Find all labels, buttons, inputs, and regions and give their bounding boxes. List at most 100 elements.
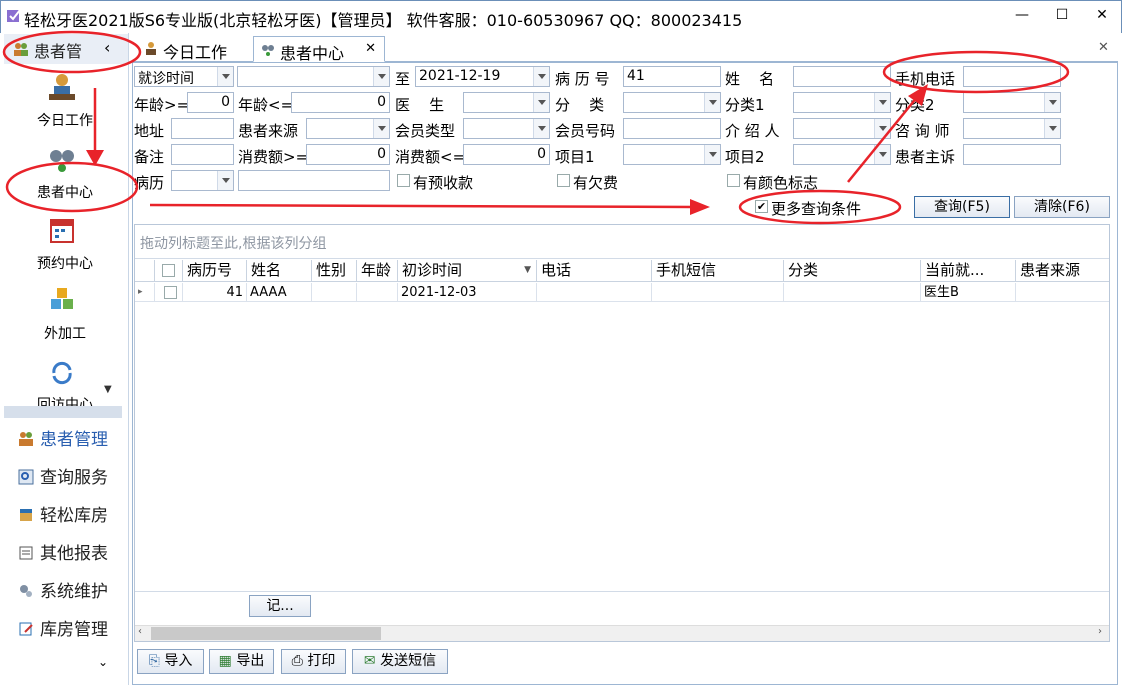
column-header[interactable]: 手机短信 bbox=[652, 260, 784, 282]
export-button[interactable]: ▦ 导出 bbox=[209, 649, 274, 674]
cell-source[interactable] bbox=[1016, 283, 1109, 302]
scrollbar-thumb[interactable] bbox=[151, 627, 381, 640]
cell-first-visit[interactable]: 2021-12-03 bbox=[398, 283, 537, 302]
doctor-select[interactable] bbox=[463, 92, 550, 113]
category-select[interactable] bbox=[623, 92, 721, 113]
print-button[interactable]: ⎙ 打印 bbox=[281, 649, 346, 674]
category2-select[interactable] bbox=[963, 92, 1061, 113]
close-window-button[interactable]: ✕ bbox=[1082, 0, 1122, 30]
prepay-checkbox[interactable] bbox=[397, 174, 410, 187]
patients-icon bbox=[14, 43, 28, 56]
nav-outsourcing[interactable]: 外加工 bbox=[18, 323, 112, 343]
import-button[interactable]: ⎘ 导入 bbox=[137, 649, 204, 674]
cell-gender[interactable] bbox=[312, 283, 357, 302]
select-all-checkbox[interactable] bbox=[162, 264, 175, 277]
consultant-select[interactable] bbox=[963, 118, 1061, 139]
note-label: 备注 bbox=[134, 148, 165, 166]
select-all-header[interactable] bbox=[155, 260, 183, 282]
more-conditions-checkbox[interactable]: ✔ bbox=[755, 200, 768, 213]
column-header[interactable]: 电话 bbox=[537, 260, 652, 282]
clear-button[interactable]: 清除(F6) bbox=[1014, 196, 1110, 218]
module-inventory[interactable]: 库房管理 bbox=[18, 615, 108, 641]
module-warehouse[interactable]: 轻松库房 bbox=[18, 501, 108, 527]
consultant-label: 咨 询 师 bbox=[895, 122, 950, 140]
row-checkbox[interactable] bbox=[164, 286, 177, 299]
column-header[interactable]: 当前就... bbox=[921, 260, 1016, 282]
column-header[interactable]: 分类 bbox=[784, 260, 921, 282]
age-min-input[interactable]: 0 bbox=[187, 92, 234, 113]
address-input[interactable] bbox=[171, 118, 234, 139]
age-max-input[interactable]: 0 bbox=[291, 92, 390, 113]
address-label: 地址 bbox=[134, 122, 165, 140]
sms-icon: ✉ bbox=[363, 653, 376, 669]
nav-patient-center[interactable]: 患者中心 bbox=[18, 182, 112, 202]
cell-record-no[interactable]: 41 bbox=[183, 283, 247, 302]
category2-label: 分类2 bbox=[895, 96, 935, 114]
today-work-icon bbox=[146, 42, 156, 55]
note-input[interactable] bbox=[171, 144, 234, 165]
complaint-label: 患者主诉 bbox=[895, 148, 956, 166]
complaint-input[interactable] bbox=[963, 144, 1061, 165]
history-select[interactable] bbox=[171, 170, 234, 191]
cell-age[interactable] bbox=[357, 283, 398, 302]
import-label: 导入 bbox=[164, 653, 193, 669]
query-button[interactable]: 查询(F5) bbox=[914, 196, 1010, 218]
module-label: 患者管理 bbox=[40, 430, 108, 450]
tab-label: 今日工作 bbox=[163, 43, 228, 62]
cell-doctor[interactable]: 医生B bbox=[921, 283, 1016, 302]
module-other-reports[interactable]: 其他报表 bbox=[18, 539, 108, 565]
item2-select[interactable] bbox=[793, 144, 891, 165]
record-count-button[interactable]: 记... bbox=[249, 595, 311, 617]
date-type-select[interactable]: 就诊时间 bbox=[134, 66, 234, 87]
member-no-input[interactable] bbox=[623, 118, 721, 139]
date-to-select[interactable]: 2021-12-19 bbox=[415, 66, 550, 87]
row-indicator-icon: ▸ bbox=[135, 283, 155, 302]
module-query-service[interactable]: 查询服务 bbox=[18, 463, 108, 489]
send-sms-button[interactable]: ✉ 发送短信 bbox=[352, 649, 448, 674]
color-flag-label: 有颜色标志 bbox=[743, 174, 819, 192]
debt-checkbox[interactable] bbox=[557, 174, 570, 187]
source-select[interactable] bbox=[306, 118, 390, 139]
cell-category[interactable] bbox=[784, 283, 921, 302]
row-checkbox-cell[interactable] bbox=[155, 283, 183, 302]
module-system-maintenance[interactable]: 系统维护 bbox=[18, 577, 108, 603]
sidebar-splitter[interactable] bbox=[4, 406, 122, 418]
column-header[interactable]: 姓名 bbox=[247, 260, 312, 282]
scroll-right-icon[interactable]: › bbox=[1098, 626, 1102, 637]
spend-max-input[interactable]: 0 bbox=[463, 144, 550, 165]
history-input[interactable] bbox=[238, 170, 390, 191]
nav-appointment-center[interactable]: 预约中心 bbox=[18, 253, 112, 273]
mobile-input[interactable] bbox=[963, 66, 1061, 87]
member-type-select[interactable] bbox=[463, 118, 550, 139]
referrer-select[interactable] bbox=[793, 118, 891, 139]
record-no-input[interactable]: 41 bbox=[623, 66, 721, 87]
column-header[interactable]: 患者来源 bbox=[1016, 260, 1109, 282]
minimize-button[interactable]: — bbox=[1002, 0, 1042, 30]
tab-today-work[interactable]: 今日工作 bbox=[137, 36, 233, 62]
scroll-left-icon[interactable]: ‹ bbox=[138, 626, 142, 637]
collapse-sidebar-icon[interactable]: ‹ bbox=[104, 38, 110, 57]
cell-sms[interactable] bbox=[652, 283, 784, 302]
maximize-button[interactable]: ☐ bbox=[1042, 0, 1082, 30]
module-patient-management[interactable]: 患者管理 bbox=[18, 425, 108, 451]
more-nav-icon[interactable]: ▼ bbox=[104, 384, 112, 395]
column-header[interactable]: 初诊时间 ▼ bbox=[398, 260, 537, 282]
nav-today-work[interactable]: 今日工作 bbox=[18, 110, 112, 130]
color-flag-checkbox[interactable] bbox=[727, 174, 740, 187]
age-min-label: 年龄>= bbox=[134, 96, 190, 114]
category1-select[interactable] bbox=[793, 92, 891, 113]
column-header[interactable]: 年龄 bbox=[357, 260, 398, 282]
expand-modules-icon[interactable]: ⌄ bbox=[98, 655, 108, 669]
cell-phone[interactable] bbox=[537, 283, 652, 302]
close-all-tabs-icon[interactable]: ✕ bbox=[1098, 40, 1109, 55]
date-from-select[interactable] bbox=[237, 66, 390, 87]
cell-name[interactable]: AAAA bbox=[247, 283, 312, 302]
item1-select[interactable] bbox=[623, 144, 721, 165]
column-header[interactable]: 病历号 bbox=[183, 260, 247, 282]
tab-patient-center[interactable]: 患者中心 ✕ bbox=[253, 36, 385, 63]
close-tab-icon[interactable]: ✕ bbox=[365, 41, 376, 56]
name-input[interactable] bbox=[793, 66, 891, 87]
column-header[interactable]: 性别 bbox=[312, 260, 357, 282]
nav-followup-center[interactable]: 回访中心 bbox=[18, 394, 112, 406]
spend-min-input[interactable]: 0 bbox=[306, 144, 390, 165]
